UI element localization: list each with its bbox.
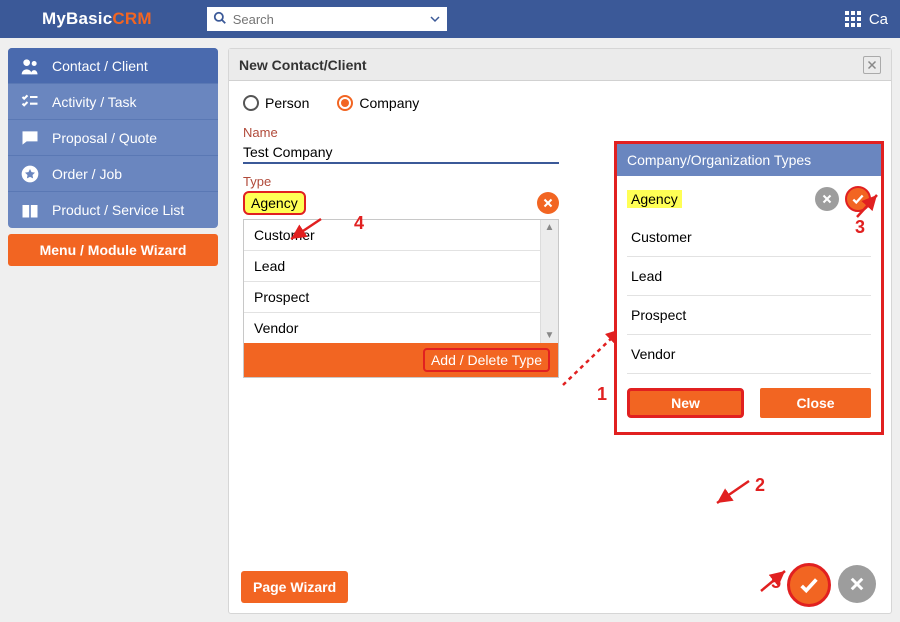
name-input[interactable] <box>243 142 559 164</box>
checklist-icon <box>20 92 40 112</box>
types-popup-input[interactable]: Agency <box>627 190 682 208</box>
search-input[interactable] <box>207 7 447 31</box>
types-popup-item[interactable]: Prospect <box>627 296 871 335</box>
types-new-label: New <box>671 395 700 411</box>
logo-part2: CRM <box>112 9 151 28</box>
sidebar-item-label: Product / Service List <box>52 202 184 218</box>
main-panel: New Contact/Client Person Company Name T… <box>228 48 892 614</box>
radio-icon <box>243 95 259 111</box>
radio-icon <box>337 95 353 111</box>
radio-person[interactable]: Person <box>243 95 309 111</box>
types-popup-item[interactable]: Vendor <box>627 335 871 374</box>
topbar-right-text: Ca <box>869 11 888 28</box>
sidebar-item-label: Activity / Task <box>52 94 137 110</box>
sidebar-item-label: Proposal / Quote <box>52 130 157 146</box>
type-input[interactable]: Agency <box>243 191 306 215</box>
form-body: Person Company Name Type Agency <box>229 81 891 438</box>
chevron-down-icon[interactable] <box>429 12 441 28</box>
arrow-annotation-5 <box>757 565 791 595</box>
close-icon <box>542 197 554 209</box>
types-popup-footer: New Close <box>617 378 881 432</box>
close-icon <box>866 59 878 71</box>
entity-type-radio-group: Person Company <box>243 95 877 111</box>
sidebar-item-contact[interactable]: Contact / Client <box>8 48 218 84</box>
triangle-down-icon: ▼ <box>545 330 555 341</box>
close-icon <box>848 575 866 593</box>
name-field-label: Name <box>243 125 877 140</box>
types-popup: Company/Organization Types Agency Custom… <box>614 141 884 435</box>
type-dropdown-list: Customer Lead Prospect Vendor <box>244 220 540 343</box>
sidebar-item-activity[interactable]: Activity / Task <box>8 84 218 120</box>
radio-company[interactable]: Company <box>337 95 419 111</box>
logo-part1: MyBasic <box>42 9 112 28</box>
form-save-button[interactable] <box>787 563 831 607</box>
annotation-1: 1 <box>597 384 607 405</box>
sidebar-item-product[interactable]: Product / Service List <box>8 192 218 228</box>
menu-wizard-label: Menu / Module Wizard <box>40 242 187 258</box>
radio-person-label: Person <box>265 95 309 111</box>
add-delete-type-label: Add / Delete Type <box>423 348 550 372</box>
check-icon <box>798 574 820 596</box>
users-icon <box>20 56 40 76</box>
types-new-button[interactable]: New <box>627 388 744 418</box>
page-wizard-button[interactable]: Page Wizard <box>241 571 348 603</box>
sidebar-item-label: Contact / Client <box>52 58 148 74</box>
page-wizard-label: Page Wizard <box>253 579 336 595</box>
form-header: New Contact/Client <box>229 49 891 81</box>
types-close-label: Close <box>796 395 834 411</box>
chat-icon <box>20 128 40 148</box>
check-icon <box>851 192 865 206</box>
types-popup-item[interactable]: Customer <box>627 218 871 257</box>
close-icon <box>821 193 833 205</box>
dropdown-scrollbar[interactable]: ▲ ▼ <box>540 220 558 343</box>
topbar-right: Ca <box>845 11 888 28</box>
menu-module-wizard-button[interactable]: Menu / Module Wizard <box>8 234 218 266</box>
sidebar-item-proposal[interactable]: Proposal / Quote <box>8 120 218 156</box>
app-logo: MyBasicCRM <box>42 9 152 29</box>
star-circle-icon <box>20 164 40 184</box>
apps-grid-icon[interactable] <box>845 11 861 27</box>
dropdown-item[interactable]: Vendor <box>244 313 540 343</box>
radio-company-label: Company <box>359 95 419 111</box>
arrow-annotation-2 <box>711 475 755 509</box>
form-close-button[interactable] <box>863 56 881 74</box>
sidebar-item-order[interactable]: Order / Job <box>8 156 218 192</box>
type-clear-button[interactable] <box>537 192 559 214</box>
add-delete-type-button[interactable]: Add / Delete Type <box>244 343 558 377</box>
types-popup-confirm-button[interactable] <box>845 186 871 212</box>
global-search[interactable] <box>207 7 447 31</box>
sidebar-item-label: Order / Job <box>52 166 122 182</box>
topbar: MyBasicCRM Ca <box>0 0 900 38</box>
types-popup-cancel-button[interactable] <box>815 187 839 211</box>
form-title: New Contact/Client <box>239 57 367 73</box>
types-close-button[interactable]: Close <box>760 388 871 418</box>
dropdown-item[interactable]: Customer <box>244 220 540 251</box>
gift-icon <box>20 200 40 220</box>
type-dropdown: Customer Lead Prospect Vendor ▲ ▼ Add / … <box>243 219 559 378</box>
dropdown-item[interactable]: Lead <box>244 251 540 282</box>
search-icon <box>213 11 227 28</box>
types-popup-input-row: Agency <box>627 186 871 212</box>
annotation-2: 2 <box>755 475 765 496</box>
types-popup-title: Company/Organization Types <box>617 144 881 176</box>
types-popup-item[interactable]: Lead <box>627 257 871 296</box>
left-sidebar: Contact / Client Activity / Task Proposa… <box>0 38 226 622</box>
sidebar-panel: Contact / Client Activity / Task Proposa… <box>8 48 218 228</box>
dropdown-item[interactable]: Prospect <box>244 282 540 313</box>
form-cancel-button[interactable] <box>838 565 876 603</box>
annotation-5: 5 <box>771 572 781 593</box>
triangle-up-icon: ▲ <box>545 222 555 233</box>
